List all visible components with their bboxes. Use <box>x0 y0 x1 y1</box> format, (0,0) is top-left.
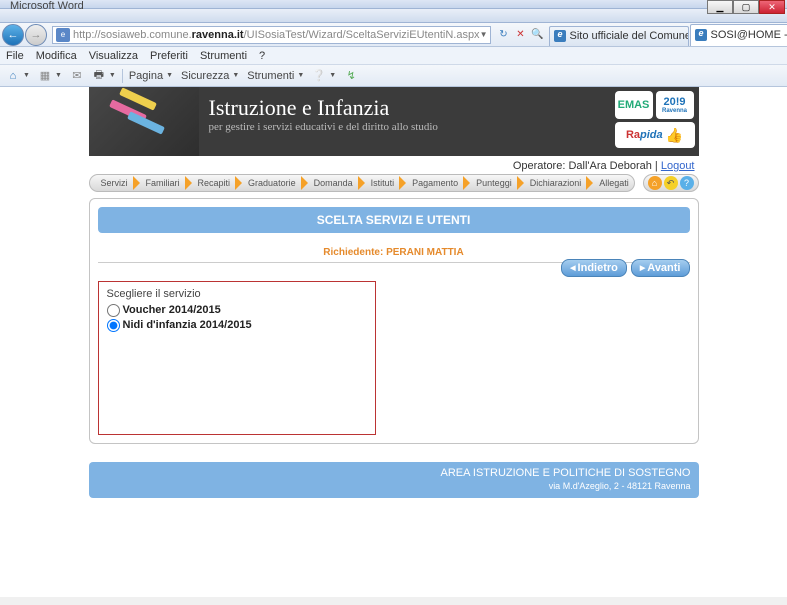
refresh-button[interactable]: ↻ <box>495 27 511 43</box>
minimize-button[interactable]: ▁ <box>707 0 733 14</box>
forward-button[interactable]: → <box>25 24 47 46</box>
radio-voucher[interactable] <box>107 304 120 317</box>
page-menu[interactable]: Pagina▼ <box>127 69 175 83</box>
help-icon[interactable]: ? <box>680 176 694 190</box>
banner-subtitle: per gestire i servizi educativi e del di… <box>209 121 438 133</box>
menu-modifica[interactable]: Modifica <box>36 50 77 62</box>
menu-strumenti[interactable]: Strumenti <box>200 50 247 62</box>
banner-badges: EMAS 20!9Ravenna Rapida👍 <box>611 87 699 156</box>
tab-label: SOSI@HOME - Softech srl <box>710 29 787 41</box>
address-bar[interactable]: e http://sosiaweb.comune.ravenna.it/UISo… <box>52 26 491 44</box>
step-domanda[interactable]: Domanda <box>303 175 360 191</box>
word-title-bar: Microsoft Word <box>0 0 787 9</box>
window-controls: ▁ ▢ ✕ <box>707 0 785 14</box>
search-button[interactable]: 🔍 <box>529 27 545 43</box>
step-allegati[interactable]: Allegati <box>588 175 634 191</box>
page-footer: AREA ISTRUZIONE E POLITICHE DI SOSTEGNO … <box>89 462 699 498</box>
close-button[interactable]: ✕ <box>759 0 785 14</box>
step-recapiti[interactable]: Recapiti <box>187 175 238 191</box>
tab-strip: Sito ufficiale del Comune di Ra... SOSI@… <box>549 24 787 46</box>
feeds-button[interactable]: ▦▼ <box>36 68 64 84</box>
requester-label: Richiedente: PERANI MATTIA <box>98 247 690 258</box>
step-istituti[interactable]: Istituti <box>360 175 402 191</box>
ie-nav-bar: ← → e http://sosiaweb.comune.ravenna.it/… <box>0 23 787 47</box>
tab-sosi-home[interactable]: SOSI@HOME - Softech srl × <box>690 24 787 46</box>
footer-line1: AREA ISTRUZIONE E POLITICHE DI SOSTEGNO <box>97 466 691 480</box>
option-nidi[interactable]: Nidi d'infanzia 2014/2015 <box>107 319 367 332</box>
stop-button[interactable]: ✕ <box>512 27 528 43</box>
wizard-steps-wrap: Servizi Familiari Recapiti Graduatorie D… <box>89 174 699 192</box>
address-text: http://sosiaweb.comune.ravenna.it/UISosi… <box>73 29 480 41</box>
badge-rapida: Rapida👍 <box>615 122 695 148</box>
footer-line2: via M.d'Azeglio, 2 - 48121 Ravenna <box>97 481 691 493</box>
menu-file[interactable]: File <box>6 50 24 62</box>
step-servizi[interactable]: Servizi <box>90 175 135 191</box>
ie-titlebar <box>0 9 787 23</box>
word-title: Microsoft Word <box>10 0 84 12</box>
menu-preferiti[interactable]: Preferiti <box>150 50 188 62</box>
page-content: Istruzione e Infanzia per gestire i serv… <box>0 87 787 597</box>
service-legend: Scegliere il servizio <box>107 288 367 300</box>
indietro-button[interactable]: ◀Indietro <box>561 259 627 277</box>
print-button[interactable]: 🖶▼ <box>90 68 118 84</box>
back-button[interactable]: ← <box>2 24 24 46</box>
step-familiari[interactable]: Familiari <box>135 175 187 191</box>
ie-command-bar: ⌂▼ ▦▼ ✉ 🖶▼ Pagina▼ Sicurezza▼ Strumenti▼… <box>0 65 787 87</box>
content-frame: SCELTA SERVIZI E UTENTI Richiedente: PER… <box>89 198 699 444</box>
operator-line: Operatore: Dall'Ara Deborah | Logout <box>89 158 699 174</box>
service-selection-box: Scegliere il servizio Voucher 2014/2015 … <box>98 281 376 435</box>
badge-ravenna2019: 20!9Ravenna <box>656 91 694 119</box>
step-side-buttons: ⌂ ↶ ? <box>643 174 699 192</box>
extra-button[interactable]: ↯ <box>342 68 360 84</box>
home-icon[interactable]: ⌂ <box>648 176 662 190</box>
wizard-steps: Servizi Familiari Recapiti Graduatorie D… <box>89 174 635 192</box>
tab-favicon <box>554 30 566 42</box>
back-forward: ← → <box>2 24 48 46</box>
tab-favicon <box>695 29 707 41</box>
badge-emas: EMAS <box>615 91 653 119</box>
back-icon[interactable]: ↶ <box>664 176 678 190</box>
banner-title: Istruzione e Infanzia <box>209 95 438 121</box>
logout-link[interactable]: Logout <box>661 160 695 172</box>
help-button[interactable]: ❔▼ <box>310 68 338 84</box>
step-pagamento[interactable]: Pagamento <box>401 175 465 191</box>
radio-nidi[interactable] <box>107 319 120 332</box>
home-button[interactable]: ⌂▼ <box>4 68 32 84</box>
maximize-button[interactable]: ▢ <box>733 0 759 14</box>
step-punteggi[interactable]: Punteggi <box>465 175 519 191</box>
thumb-icon: 👍 <box>666 127 683 144</box>
safety-menu[interactable]: Sicurezza▼ <box>179 69 241 83</box>
menu-visualizza[interactable]: Visualizza <box>89 50 138 62</box>
tab-label: Sito ufficiale del Comune di Ra... <box>569 30 689 42</box>
step-dichiarazioni[interactable]: Dichiarazioni <box>519 175 589 191</box>
ie-menu-bar: File Modifica Visualizza Preferiti Strum… <box>0 47 787 65</box>
step-graduatorie[interactable]: Graduatorie <box>237 175 303 191</box>
banner-image <box>89 87 199 156</box>
avanti-button[interactable]: ▶Avanti <box>631 259 690 277</box>
wizard-nav-buttons: ◀Indietro ▶Avanti <box>561 259 689 277</box>
site-icon: e <box>56 28 70 42</box>
tools-menu[interactable]: Strumenti▼ <box>245 69 306 83</box>
panel-title: SCELTA SERVIZI E UTENTI <box>98 207 690 233</box>
mail-button[interactable]: ✉ <box>68 68 86 84</box>
option-voucher[interactable]: Voucher 2014/2015 <box>107 304 367 317</box>
menu-help[interactable]: ? <box>259 50 265 62</box>
header-banner: Istruzione e Infanzia per gestire i serv… <box>89 87 699 156</box>
address-dropdown-icon[interactable]: ▼ <box>480 30 488 39</box>
tab-comune-ravenna[interactable]: Sito ufficiale del Comune di Ra... <box>549 26 689 46</box>
